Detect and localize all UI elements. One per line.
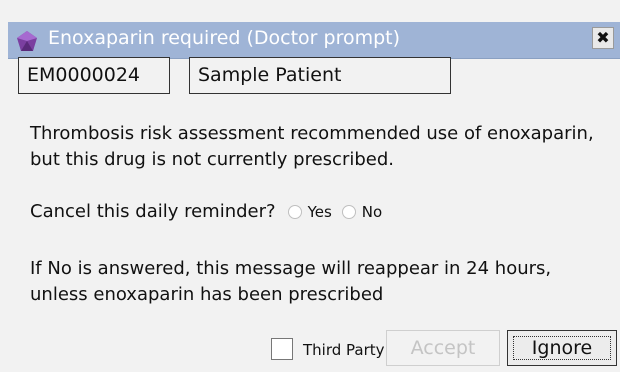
dialog-title: Enoxaparin required (Doctor prompt) (48, 27, 401, 49)
third-party-label: Third Party (303, 341, 385, 359)
ignore-button[interactable]: Ignore (507, 330, 617, 366)
message-line-2: but this drug is not currently prescribe… (30, 149, 394, 170)
close-button[interactable]: ✖ (592, 27, 614, 49)
ignore-button-label: Ignore (531, 337, 593, 359)
radio-no[interactable] (341, 205, 356, 219)
accept-button-label: Accept (410, 337, 476, 359)
dialog-window: Enoxaparin required (Doctor prompt) ✖ EM… (0, 0, 620, 372)
close-icon: ✖ (596, 28, 610, 47)
radio-yes-label: Yes (307, 203, 332, 221)
purple-gem-icon (16, 30, 38, 52)
third-party-checkbox[interactable] (271, 338, 293, 360)
accept-button[interactable]: Accept (386, 330, 500, 366)
radio-no-label: No (361, 203, 383, 221)
note-line-1: If No is answered, this message will rea… (30, 258, 552, 279)
patient-id-value: EM0000024 (27, 64, 141, 86)
radio-yes[interactable] (287, 205, 302, 219)
ignore-focus-rect: Ignore (513, 336, 611, 360)
reminder-question: Cancel this daily reminder? (30, 201, 276, 222)
note-line-2: unless enoxaparin has been prescribed (30, 284, 384, 305)
patient-name-field: Sample Patient (189, 57, 451, 94)
reminder-question-row: Cancel this daily reminder? Yes No (30, 199, 382, 225)
patient-name-value: Sample Patient (198, 64, 342, 86)
message-line-1: Thrombosis risk assessment recommended u… (30, 123, 594, 144)
patient-id-field: EM0000024 (18, 57, 170, 94)
title-bar: Enoxaparin required (Doctor prompt) ✖ (8, 22, 620, 59)
